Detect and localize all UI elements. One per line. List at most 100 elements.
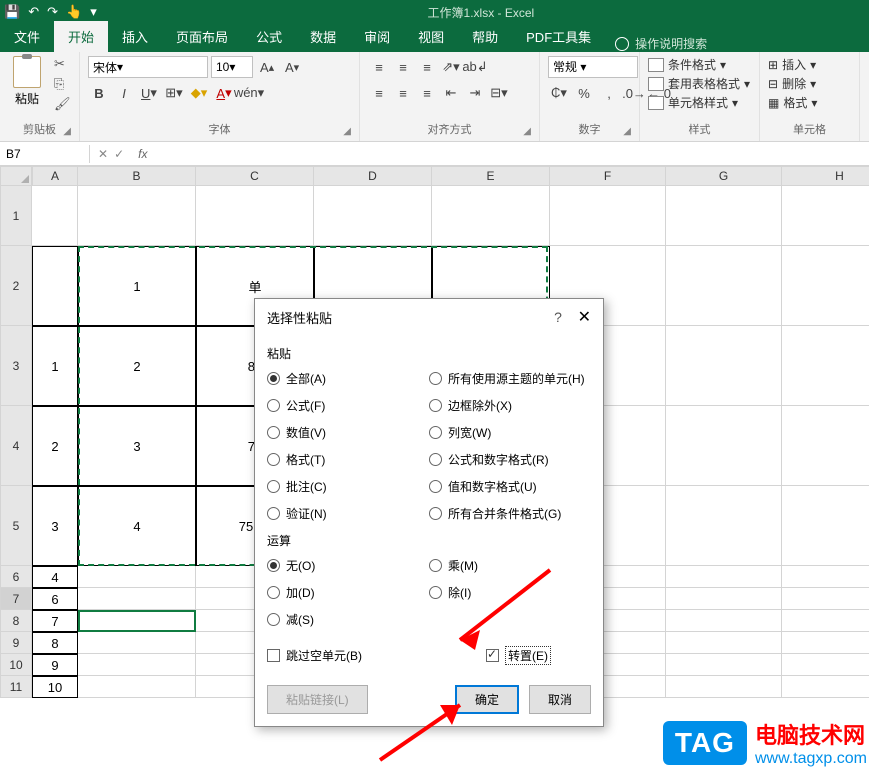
radio-option[interactable]: 无(O) xyxy=(267,557,429,574)
row-header[interactable]: 5 xyxy=(0,486,32,566)
cell[interactable] xyxy=(666,566,782,588)
cancel-formula-icon[interactable]: ✕ xyxy=(98,147,108,161)
comma-icon[interactable]: , xyxy=(598,82,620,104)
cancel-button[interactable]: 取消 xyxy=(529,685,591,714)
cell[interactable] xyxy=(666,326,782,406)
orientation-icon[interactable]: ⇗▾ xyxy=(440,56,462,78)
currency-icon[interactable]: ₵▾ xyxy=(548,82,570,104)
italic-button[interactable]: I xyxy=(113,82,135,104)
cell[interactable] xyxy=(782,406,869,486)
radio-option[interactable]: 数值(V) xyxy=(267,424,429,441)
tab-review[interactable]: 审阅 xyxy=(350,21,404,52)
align-bottom-icon[interactable]: ≡ xyxy=(416,56,438,78)
radio-option[interactable]: 除(I) xyxy=(429,584,591,601)
row-header[interactable]: 9 xyxy=(0,632,32,654)
tab-help[interactable]: 帮助 xyxy=(458,21,512,52)
format-cells-button[interactable]: ▦ 格式 ▾ xyxy=(768,94,817,111)
row-header[interactable]: 8 xyxy=(0,610,32,632)
redo-icon[interactable]: ↷ xyxy=(47,4,58,20)
bold-button[interactable]: B xyxy=(88,82,110,104)
cell[interactable]: 4 xyxy=(78,486,196,566)
cell[interactable]: 7 xyxy=(32,610,78,632)
border-button[interactable]: ⊞▾ xyxy=(163,82,185,104)
fill-color-button[interactable]: ◆▾ xyxy=(188,82,210,104)
skip-blanks-checkbox[interactable]: 跳过空单元(B) xyxy=(267,646,362,665)
radio-option[interactable]: 减(S) xyxy=(267,611,429,628)
cell[interactable] xyxy=(666,676,782,698)
phonetic-button[interactable]: wén▾ xyxy=(238,82,260,104)
align-right-icon[interactable]: ≡ xyxy=(416,82,438,104)
cell[interactable] xyxy=(78,566,196,588)
cell[interactable] xyxy=(782,566,869,588)
enter-formula-icon[interactable]: ✓ xyxy=(114,147,124,161)
format-as-table-button[interactable]: 套用表格格式 ▾ xyxy=(648,75,750,92)
underline-button[interactable]: U▾ xyxy=(138,82,160,104)
cell[interactable] xyxy=(782,326,869,406)
column-header[interactable]: D xyxy=(314,166,432,186)
row-header[interactable]: 11 xyxy=(0,676,32,698)
tab-page-layout[interactable]: 页面布局 xyxy=(162,21,242,52)
wrap-text-icon[interactable]: ab↲ xyxy=(464,56,486,78)
cell[interactable] xyxy=(78,186,196,246)
column-header[interactable]: C xyxy=(196,166,314,186)
help-icon[interactable]: ? xyxy=(554,309,562,325)
cell[interactable] xyxy=(782,676,869,698)
radio-option[interactable]: 所有合并条件格式(G) xyxy=(429,505,591,522)
launcher-icon[interactable]: ◢ xyxy=(343,126,351,137)
cell[interactable] xyxy=(314,186,432,246)
radio-option[interactable]: 批注(C) xyxy=(267,478,429,495)
cell[interactable] xyxy=(666,610,782,632)
decrease-indent-icon[interactable]: ⇤ xyxy=(440,82,462,104)
column-header[interactable]: E xyxy=(432,166,550,186)
cell[interactable]: 9 xyxy=(32,654,78,676)
align-middle-icon[interactable]: ≡ xyxy=(392,56,414,78)
tab-file[interactable]: 文件 xyxy=(0,21,54,52)
paste-link-button[interactable]: 粘贴链接(L) xyxy=(267,685,368,714)
cell[interactable]: 3 xyxy=(32,486,78,566)
transpose-checkbox[interactable]: 转置(E) xyxy=(486,646,551,665)
launcher-icon[interactable]: ◢ xyxy=(623,126,631,137)
increase-font-icon[interactable]: A▴ xyxy=(256,56,278,78)
cell[interactable] xyxy=(666,632,782,654)
radio-option[interactable]: 公式(F) xyxy=(267,397,429,414)
tab-insert[interactable]: 插入 xyxy=(108,21,162,52)
cell[interactable] xyxy=(782,588,869,610)
radio-option[interactable]: 值和数字格式(U) xyxy=(429,478,591,495)
column-header[interactable]: B xyxy=(78,166,196,186)
cell[interactable] xyxy=(550,186,666,246)
number-format-select[interactable]: 常规 ▾ xyxy=(548,56,638,78)
launcher-icon[interactable]: ◢ xyxy=(523,126,531,137)
undo-icon[interactable]: ↶ xyxy=(28,4,39,20)
cell[interactable] xyxy=(78,676,196,698)
radio-option[interactable]: 验证(N) xyxy=(267,505,429,522)
column-header[interactable]: A xyxy=(32,166,78,186)
cell[interactable] xyxy=(32,186,78,246)
cell-styles-button[interactable]: 单元格样式 ▾ xyxy=(648,94,750,111)
cell[interactable] xyxy=(782,632,869,654)
cell[interactable] xyxy=(666,654,782,676)
decrease-font-icon[interactable]: A▾ xyxy=(281,56,303,78)
touch-icon[interactable]: 👆 xyxy=(66,4,82,20)
radio-option[interactable]: 边框除外(X) xyxy=(429,397,591,414)
row-header[interactable]: 7 xyxy=(0,588,32,610)
tab-pdf[interactable]: PDF工具集 xyxy=(512,21,605,52)
font-name-select[interactable]: 宋体 ▾ xyxy=(88,56,208,78)
row-header[interactable]: 6 xyxy=(0,566,32,588)
cell[interactable] xyxy=(78,610,196,632)
cell[interactable] xyxy=(78,632,196,654)
cell[interactable]: 10 xyxy=(32,676,78,698)
cell[interactable] xyxy=(78,654,196,676)
ok-button[interactable]: 确定 xyxy=(455,685,519,714)
tab-home[interactable]: 开始 xyxy=(54,21,108,52)
delete-cells-button[interactable]: ⊟ 删除 ▾ xyxy=(768,75,817,92)
cell[interactable]: 2 xyxy=(32,406,78,486)
select-all-corner[interactable] xyxy=(0,166,32,186)
cell[interactable]: 2 xyxy=(78,326,196,406)
cell[interactable]: 4 xyxy=(32,566,78,588)
cell[interactable] xyxy=(782,610,869,632)
cell[interactable] xyxy=(782,486,869,566)
radio-option[interactable]: 格式(T) xyxy=(267,451,429,468)
cell[interactable] xyxy=(666,186,782,246)
radio-option[interactable]: 所有使用源主题的单元(H) xyxy=(429,370,591,387)
radio-option[interactable]: 乘(M) xyxy=(429,557,591,574)
